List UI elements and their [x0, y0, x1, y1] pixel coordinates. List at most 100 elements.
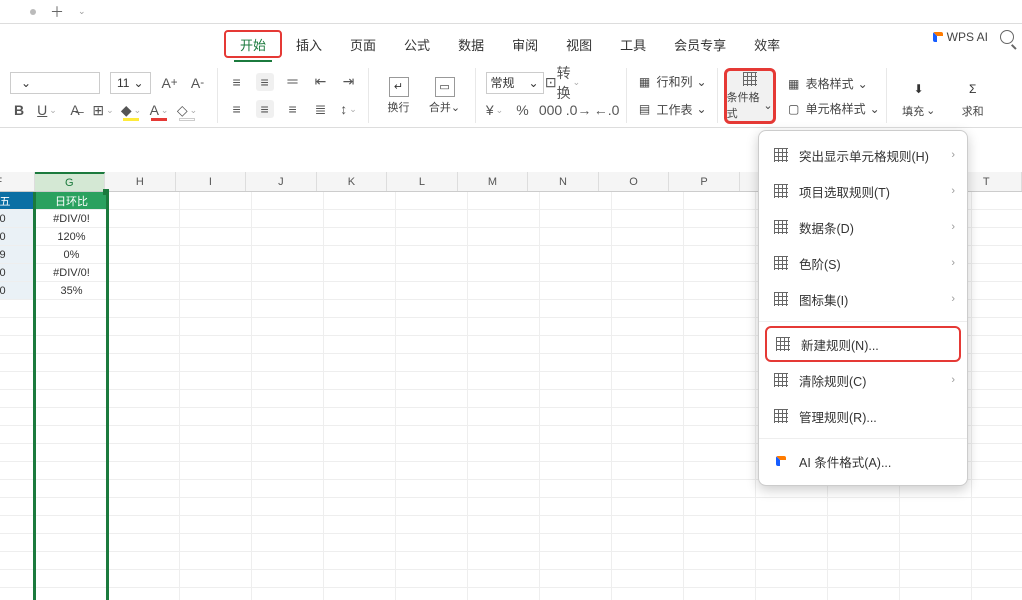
cell[interactable] — [252, 300, 324, 318]
cell[interactable] — [972, 192, 1022, 210]
cell[interactable] — [612, 336, 684, 354]
cell[interactable] — [0, 354, 36, 372]
ribbon-tab-tools[interactable]: 工具 — [606, 30, 660, 58]
cell[interactable] — [108, 246, 180, 264]
cell[interactable] — [900, 498, 972, 516]
cell[interactable] — [684, 264, 756, 282]
cell[interactable] — [324, 570, 396, 588]
cell[interactable] — [756, 516, 828, 534]
cell[interactable] — [684, 552, 756, 570]
cell[interactable] — [396, 318, 468, 336]
cell[interactable] — [972, 444, 1022, 462]
cell[interactable] — [684, 228, 756, 246]
cell[interactable] — [180, 570, 252, 588]
cell[interactable] — [0, 588, 36, 600]
cell[interactable] — [324, 210, 396, 228]
cell[interactable] — [540, 462, 612, 480]
cell[interactable] — [36, 534, 108, 552]
cell[interactable] — [468, 516, 540, 534]
cell[interactable] — [396, 552, 468, 570]
cell[interactable] — [828, 570, 900, 588]
cell[interactable] — [612, 408, 684, 426]
column-header-F[interactable]: F — [0, 172, 35, 191]
cell[interactable] — [252, 552, 324, 570]
cell[interactable] — [612, 354, 684, 372]
align-center-icon[interactable]: ≡ — [256, 100, 274, 118]
cell[interactable] — [0, 516, 36, 534]
cell[interactable] — [252, 264, 324, 282]
cell[interactable] — [972, 318, 1022, 336]
data-cell-right-3[interactable]: #DIV/0! — [36, 264, 108, 282]
cell[interactable] — [684, 390, 756, 408]
cell[interactable] — [324, 462, 396, 480]
cell[interactable] — [108, 318, 180, 336]
decrease-font-icon[interactable]: A- — [189, 74, 207, 92]
dropdown-item-topbottom[interactable]: 项目选取规则(T)› — [759, 173, 967, 209]
cell[interactable] — [324, 246, 396, 264]
cell[interactable] — [180, 552, 252, 570]
cell[interactable] — [252, 192, 324, 210]
cell[interactable] — [180, 444, 252, 462]
cell[interactable] — [36, 336, 108, 354]
cell[interactable] — [324, 552, 396, 570]
cell[interactable] — [540, 444, 612, 462]
align-left-icon[interactable]: ≡ — [228, 100, 246, 118]
cell[interactable] — [396, 282, 468, 300]
cell[interactable] — [540, 336, 612, 354]
cell[interactable] — [252, 588, 324, 600]
cell[interactable] — [36, 498, 108, 516]
worksheet-button[interactable]: ▤工作表⌄ — [637, 101, 707, 118]
ribbon-tab-data[interactable]: 数据 — [444, 30, 498, 58]
cell[interactable] — [684, 570, 756, 588]
cell[interactable] — [972, 408, 1022, 426]
cell[interactable] — [972, 426, 1022, 444]
cell[interactable] — [612, 192, 684, 210]
cell[interactable] — [36, 462, 108, 480]
cell[interactable] — [108, 336, 180, 354]
cell[interactable] — [252, 534, 324, 552]
cell[interactable] — [540, 192, 612, 210]
cell[interactable] — [684, 516, 756, 534]
cell[interactable] — [36, 444, 108, 462]
cell[interactable] — [324, 390, 396, 408]
cell[interactable] — [684, 480, 756, 498]
cell[interactable] — [684, 210, 756, 228]
cell[interactable] — [684, 336, 756, 354]
cell[interactable] — [972, 210, 1022, 228]
cell[interactable] — [396, 498, 468, 516]
header-cell-right[interactable]: 日环比 — [36, 192, 108, 210]
cell[interactable] — [108, 552, 180, 570]
autosum-button[interactable]: Σ 求和 — [951, 70, 995, 126]
cell[interactable] — [108, 444, 180, 462]
cell[interactable] — [468, 354, 540, 372]
ribbon-tab-view[interactable]: 视图 — [552, 30, 606, 58]
cell[interactable] — [612, 228, 684, 246]
column-header-M[interactable]: M — [458, 172, 529, 191]
cell[interactable] — [36, 354, 108, 372]
border-icon[interactable]: ⊞⌄ — [94, 101, 112, 119]
cell[interactable] — [540, 228, 612, 246]
ribbon-tab-start[interactable]: 开始 — [224, 30, 282, 58]
cell[interactable] — [36, 570, 108, 588]
cell[interactable] — [324, 588, 396, 600]
cell[interactable] — [396, 390, 468, 408]
cell[interactable] — [396, 480, 468, 498]
cell[interactable] — [684, 408, 756, 426]
cell[interactable] — [468, 372, 540, 390]
cell[interactable] — [396, 408, 468, 426]
cell[interactable] — [972, 498, 1022, 516]
cell[interactable] — [36, 588, 108, 600]
ribbon-tab-formula[interactable]: 公式 — [390, 30, 444, 58]
cell[interactable] — [0, 408, 36, 426]
cell[interactable] — [540, 480, 612, 498]
cell[interactable] — [108, 192, 180, 210]
cell[interactable] — [468, 408, 540, 426]
orientation-icon[interactable]: ↕⌄ — [340, 100, 358, 118]
cell[interactable] — [0, 480, 36, 498]
cell[interactable] — [900, 588, 972, 600]
cell[interactable] — [900, 570, 972, 588]
cell[interactable] — [972, 354, 1022, 372]
cell[interactable] — [252, 480, 324, 498]
cell[interactable] — [324, 192, 396, 210]
dropdown-item-ai[interactable]: AI 条件格式(A)... — [759, 443, 967, 479]
